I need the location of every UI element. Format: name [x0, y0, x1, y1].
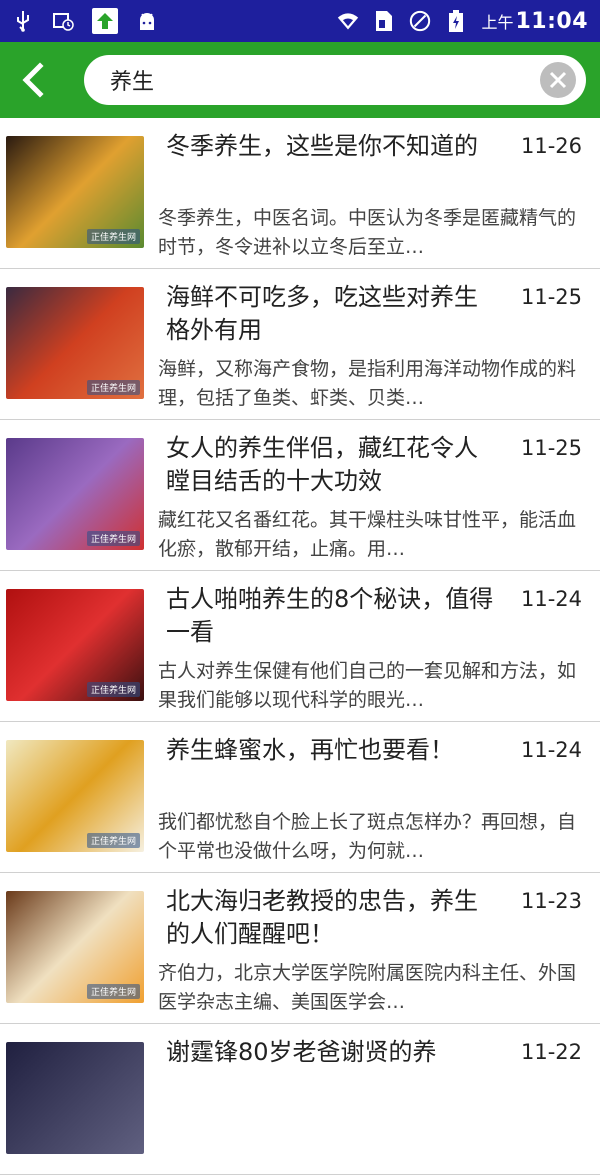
thumbnail-watermark: 正佳养生网 [86, 833, 140, 848]
article-date: 11-23 [520, 889, 582, 913]
list-item[interactable]: 正佳养生网 古人啪啪养生的8个秘诀，值得一看 11-24 古人对养生保健有他们自己的一… [0, 571, 600, 722]
sim-card-icon [373, 10, 395, 32]
no-signal-icon [409, 10, 431, 32]
article-summary: 冬季养生，中医名词。中医认为冬季是匿藏精气的时节，冬令进补以立冬后至立… [158, 207, 577, 258]
list-item[interactable]: 正佳养生网 冬季养生，这些是你不知道的 11-26 冬季养生，中医名词。中医认为冬季是… [0, 118, 600, 269]
article-title: 北大海归老教授的忠告，养生的人们醒醒吧！ [166, 887, 478, 948]
article-thumbnail: 正佳养生网 [6, 136, 144, 248]
article-summary: 我们都忧愁自个脸上长了斑点怎样办？再回想，自个平常也没做什么呀，为何就… [158, 811, 577, 862]
list-item[interactable]: 正佳养生网 海鲜不可吃多，吃这些对养生格外有用 11-25 海鲜，又称海产食物，是指利… [0, 269, 600, 420]
article-date: 11-22 [520, 1040, 582, 1064]
thumbnail-watermark: 正佳养生网 [86, 531, 140, 546]
article-title: 古人啪啪养生的8个秘诀，值得一看 [166, 585, 494, 646]
article-title: 谢霆锋80岁老爸谢贤的养 [166, 1038, 437, 1066]
article-thumbnail: 正佳养生网 [6, 589, 144, 701]
thumbnail-watermark: 正佳养生网 [86, 682, 140, 697]
search-toolbar: 养生 [0, 42, 600, 118]
thumbnail-watermark: 正佳养生网 [86, 229, 140, 244]
clock-ampm: 上午 [481, 12, 514, 32]
article-thumbnail [6, 1042, 144, 1154]
article-date: 11-25 [520, 436, 582, 460]
thumbnail-watermark: 正佳养生网 [86, 984, 140, 999]
article-summary: 海鲜，又称海产食物，是指利用海洋动物作成的料理，包括了鱼类、虾类、贝类… [158, 358, 577, 409]
article-thumbnail: 正佳养生网 [6, 438, 144, 550]
wifi-icon [337, 10, 359, 32]
close-icon [549, 71, 567, 89]
chevron-left-icon [22, 62, 44, 98]
article-title: 海鲜不可吃多，吃这些对养生格外有用 [166, 283, 478, 344]
search-box[interactable]: 养生 [84, 55, 586, 105]
article-title: 冬季养生，这些是你不知道的 [166, 132, 478, 160]
article-title: 女人的养生伴侣，藏红花令人瞠目结舌的十大功效 [166, 434, 478, 495]
android-icon [136, 10, 158, 32]
article-date: 11-24 [520, 738, 582, 762]
article-list: 正佳养生网 冬季养生，这些是你不知道的 11-26 冬季养生，中医名词。中医认为冬季是… [0, 118, 600, 1175]
clock-time: 11:04 [515, 8, 588, 34]
article-date: 11-26 [520, 134, 582, 158]
article-date: 11-24 [520, 587, 582, 611]
storage-icon [52, 10, 74, 32]
article-summary: 齐伯力，北京大学医学院附属医院内科主任、外国医学杂志主编、美国医学会… [158, 962, 577, 1013]
status-bar: 上午11:04 [0, 0, 600, 42]
download-update-icon [92, 8, 118, 34]
article-thumbnail: 正佳养生网 [6, 287, 144, 399]
search-input[interactable]: 养生 [110, 64, 540, 96]
back-button[interactable] [20, 58, 64, 102]
list-item[interactable]: 正佳养生网 北大海归老教授的忠告，养生的人们醒醒吧！ 11-23 齐伯力，北京大学医学… [0, 873, 600, 1024]
article-thumbnail: 正佳养生网 [6, 891, 144, 1003]
article-title: 养生蜂蜜水，再忙也要看！ [166, 736, 454, 764]
usb-icon [12, 10, 34, 32]
article-date: 11-25 [520, 285, 582, 309]
battery-charging-icon [445, 10, 467, 32]
list-item[interactable]: 谢霆锋80岁老爸谢贤的养 11-22 [0, 1024, 600, 1175]
thumbnail-watermark: 正佳养生网 [86, 380, 140, 395]
list-item[interactable]: 正佳养生网 养生蜂蜜水，再忙也要看！ 11-24 我们都忧愁自个脸上长了斑点怎样办？再… [0, 722, 600, 873]
list-item[interactable]: 正佳养生网 女人的养生伴侣，藏红花令人瞠目结舌的十大功效 11-25 藏红花又名番红… [0, 420, 600, 571]
article-summary: 藏红花又名番红花。其干燥柱头味甘性平，能活血化瘀，散郁开结，止痛。用… [158, 509, 577, 560]
clear-search-button[interactable] [540, 62, 576, 98]
article-summary: 古人对养生保健有他们自己的一套见解和方法，如果我们能够以现代科学的眼光… [158, 660, 577, 711]
article-thumbnail: 正佳养生网 [6, 740, 144, 852]
clock: 上午11:04 [481, 9, 588, 34]
